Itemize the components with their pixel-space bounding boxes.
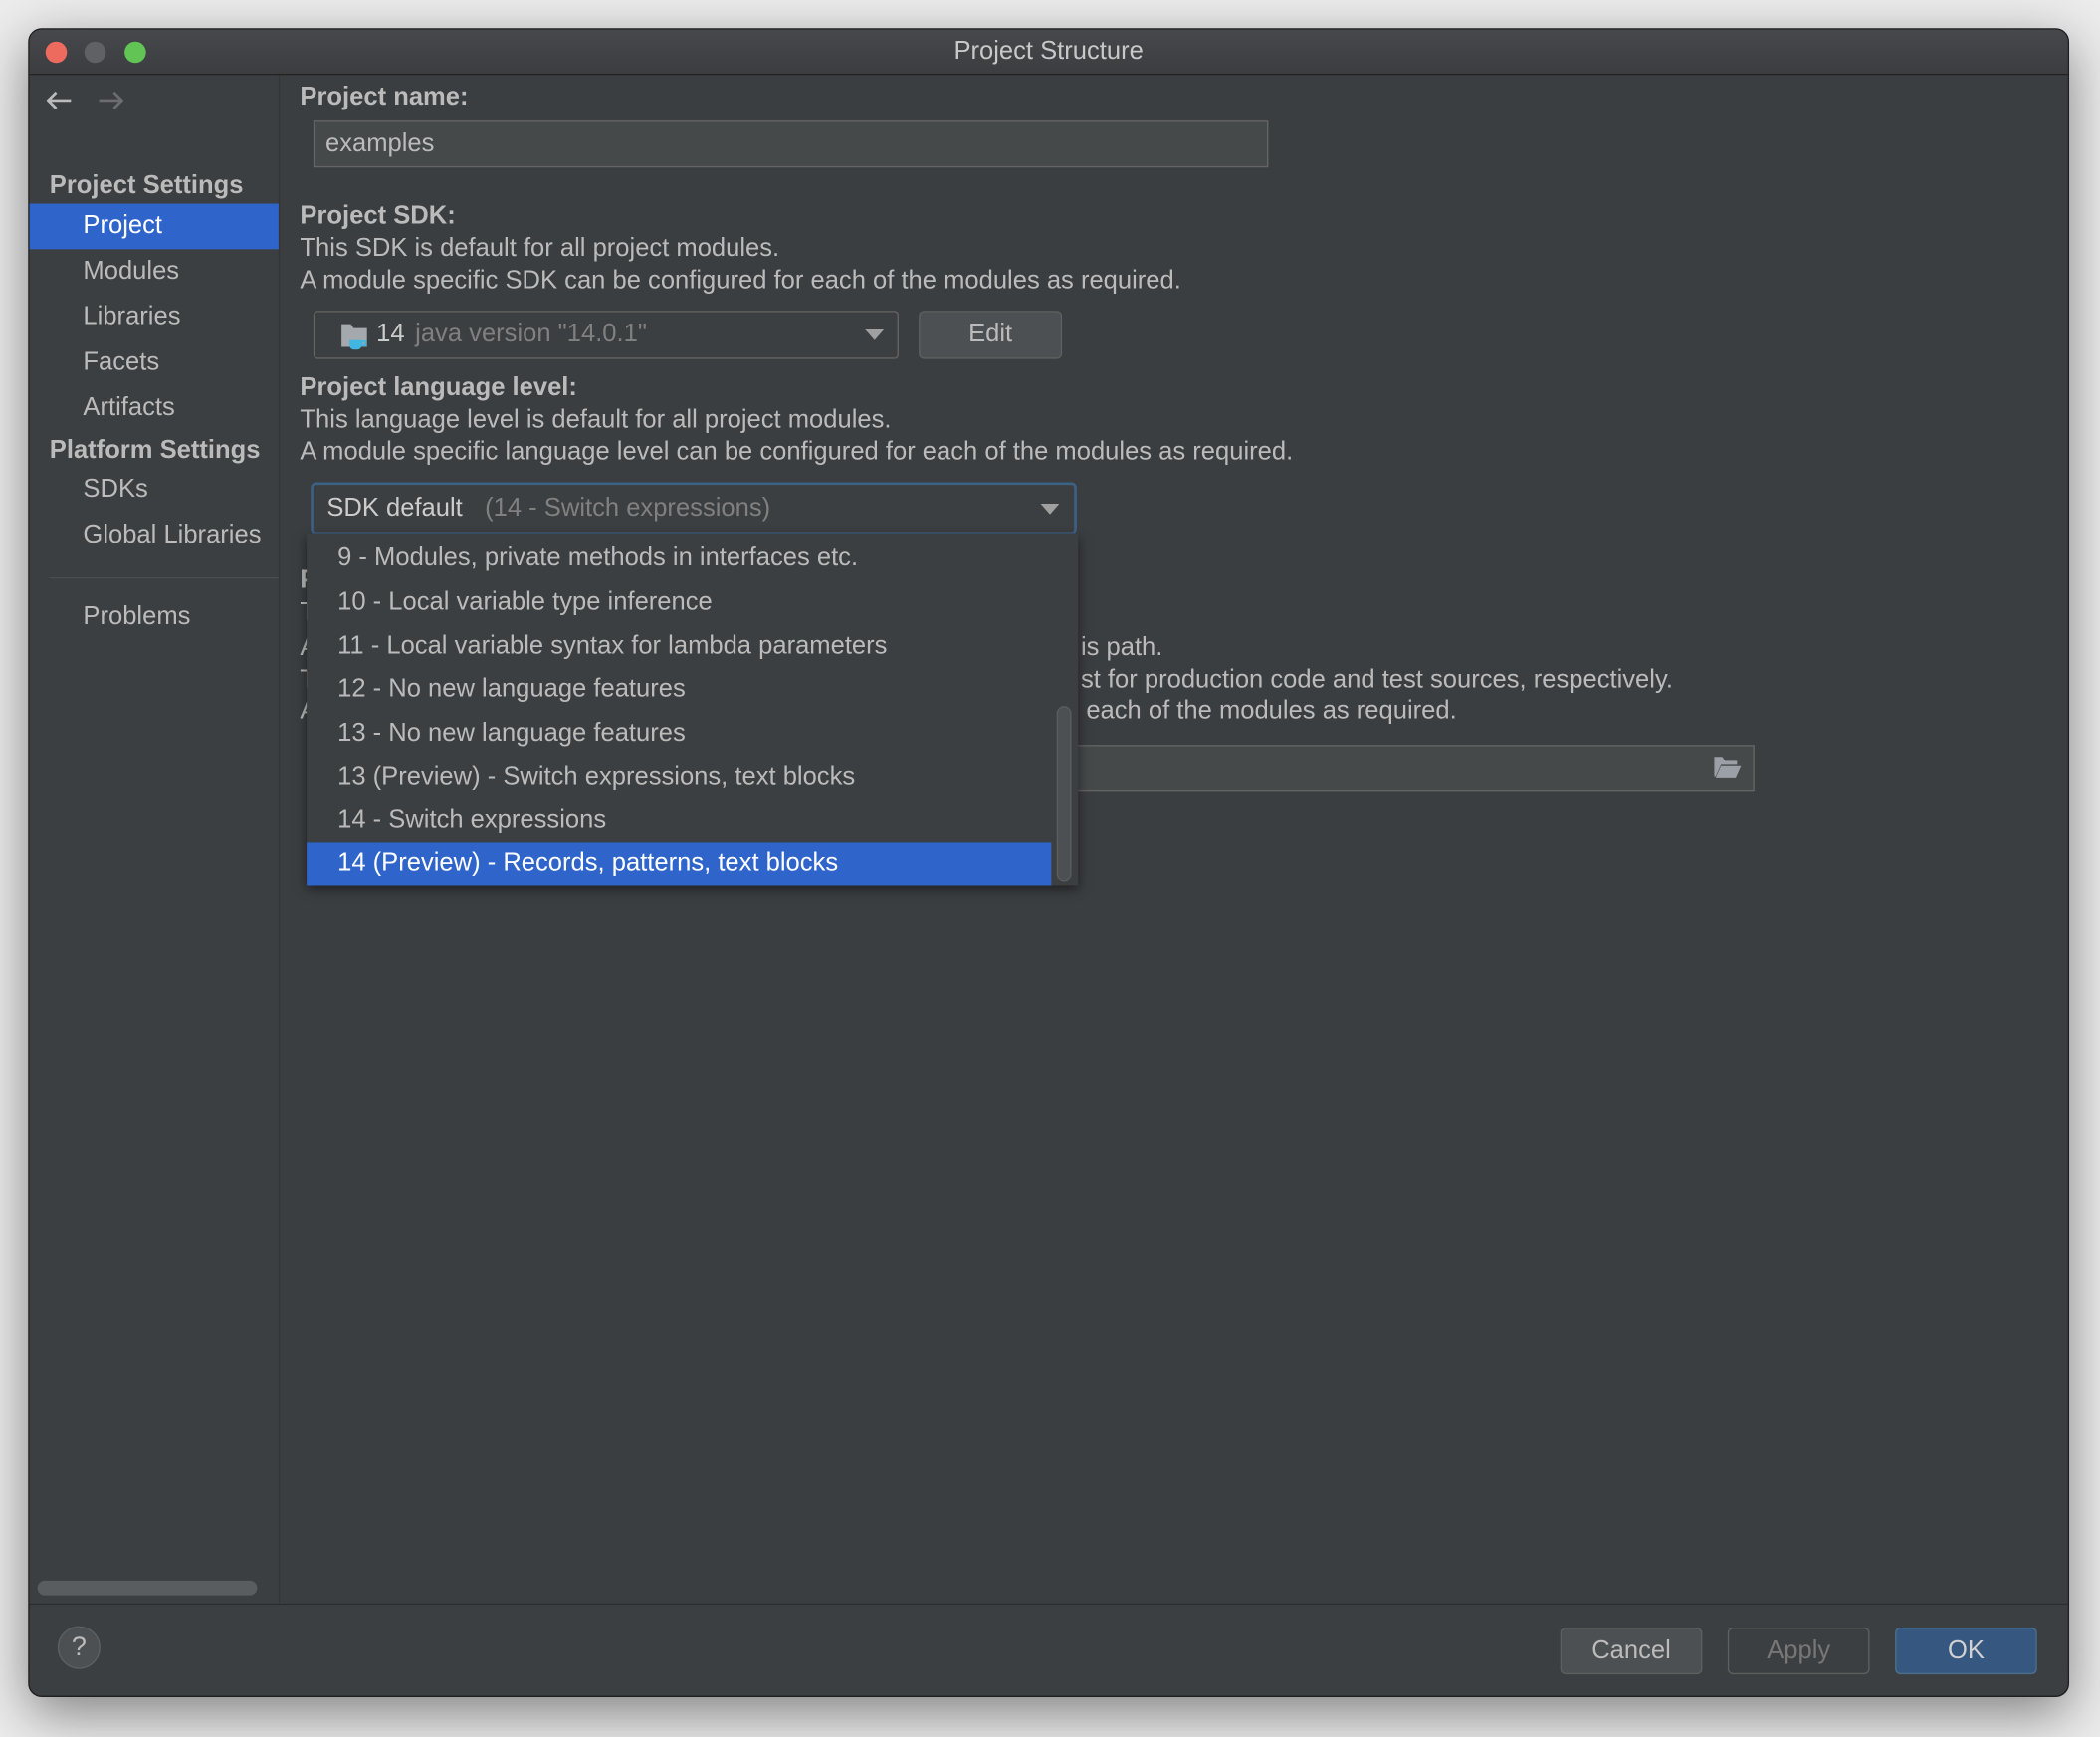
dropdown-option[interactable]: 13 (Preview) - Switch expressions, text … [307, 756, 1051, 799]
ok-button[interactable]: OK [1895, 1627, 2037, 1675]
language-level-description: This language level is default for all p… [300, 405, 892, 434]
sdk-description: This SDK is default for all project modu… [300, 234, 780, 263]
window-title: Project Structure [953, 37, 1144, 66]
footer-divider [29, 1603, 2068, 1606]
cancel-button[interactable]: Cancel [1560, 1627, 1703, 1675]
dropdown-option[interactable]: 10 - Local variable type inference [307, 580, 1051, 624]
dropdown-option[interactable]: 9 - Modules, private methods in interfac… [307, 536, 1051, 579]
sidebar-item-libraries[interactable]: Libraries [30, 295, 279, 340]
project-sdk-label: Project SDK: [300, 202, 456, 231]
sidebar-item-artifacts[interactable]: Artifacts [30, 386, 279, 432]
project-name-input[interactable]: examples [313, 120, 1269, 168]
project-settings-header: Project Settings [49, 171, 244, 200]
project-name-label: Project name: [300, 83, 469, 111]
folder-open-icon[interactable] [1713, 756, 1743, 779]
jdk-folder-icon [341, 324, 367, 350]
sidebar-item-project[interactable]: Project [29, 203, 279, 250]
title-bar: Project Structure [29, 29, 2068, 76]
sidebar-item-sdks[interactable]: SDKs [30, 468, 279, 514]
help-button[interactable]: ? [57, 1626, 101, 1669]
sidebar-item-problems[interactable]: Problems [30, 594, 279, 640]
screen: Project Structure Project Settings Proje… [0, 0, 2100, 1737]
dropdown-option[interactable]: 11 - Local variable syntax for lambda pa… [307, 624, 1051, 668]
dropdown-option[interactable]: 12 - No new language features [307, 667, 1051, 711]
language-level-combobox[interactable]: SDK default (14 - Switch expressions) [311, 482, 1077, 535]
compiler-desc-4-tail: each of the modules as required. [1086, 696, 1457, 726]
sidebar-horizontal-scrollbar[interactable] [37, 1580, 258, 1596]
chevron-down-icon [1040, 503, 1060, 515]
language-level-label: Project language level: [300, 373, 577, 402]
sidebar: Project Settings Project Modules Librari… [29, 75, 281, 1604]
language-level-dropdown: 9 - Modules, private methods in interfac… [307, 533, 1079, 886]
dropdown-scrollbar-thumb[interactable] [1056, 706, 1072, 882]
sidebar-item-facets[interactable]: Facets [30, 340, 279, 386]
compiler-desc-3-tail: st for production code and test sources,… [1080, 665, 1673, 695]
dropdown-option-selected[interactable]: 14 (Preview) - Records, patterns, text b… [307, 842, 1052, 886]
sidebar-item-modules[interactable]: Modules [30, 249, 279, 295]
edit-sdk-button[interactable]: Edit [919, 311, 1063, 359]
sidebar-item-global-libraries[interactable]: Global Libraries [30, 513, 279, 558]
compiler-desc-2-tail: is path. [1080, 633, 1163, 662]
dropdown-option[interactable]: 13 - No new language features [307, 712, 1051, 756]
sidebar-divider [49, 576, 279, 579]
project-sdk-combobox[interactable]: 14 java version "14.0.1" [313, 311, 899, 359]
dropdown-option[interactable]: 14 - Switch expressions [307, 798, 1051, 842]
arrow-right-icon[interactable] [97, 90, 126, 111]
language-level-description-2: A module specific language level can be … [300, 438, 1294, 467]
sdk-description-2: A module specific SDK can be configured … [300, 266, 1181, 296]
platform-settings-header: Platform Settings [49, 436, 261, 465]
arrow-left-icon[interactable] [44, 90, 74, 111]
apply-button[interactable]: Apply [1727, 1627, 1870, 1675]
chevron-down-icon [865, 329, 885, 340]
